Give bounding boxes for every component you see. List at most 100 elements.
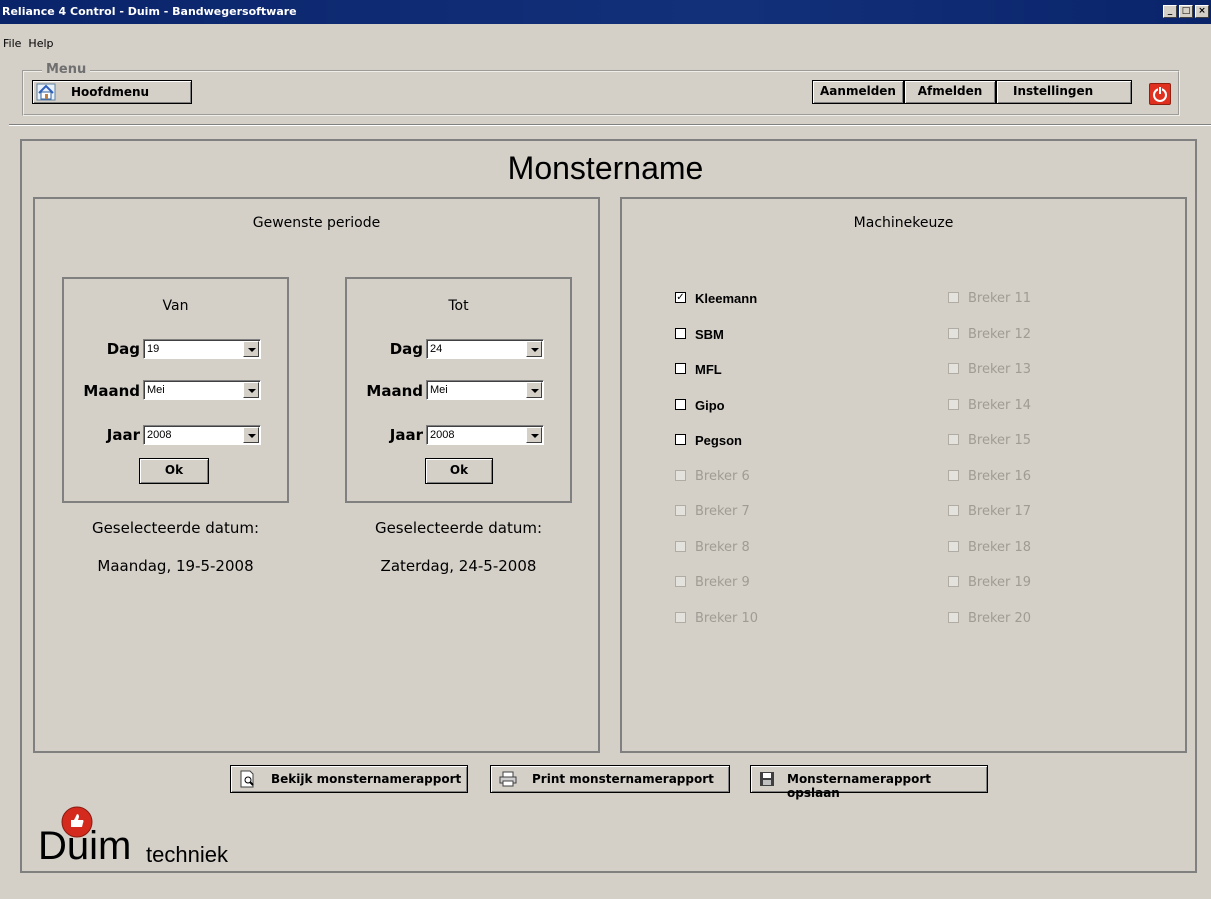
machine-checkbox-row: Breker 14 [948, 397, 1148, 417]
machine-checkbox[interactable] [675, 398, 686, 410]
machine-checkbox [948, 327, 959, 339]
from-day-select[interactable]: 19 [143, 339, 261, 359]
machine-checkbox-row: Breker 19 [948, 575, 1148, 594]
from-month-value: Mei [147, 384, 165, 396]
machine-label: Breker 15 [968, 433, 1032, 448]
machine-checkbox-row: Breker 10 [675, 611, 875, 630]
save-report-button[interactable]: Monsternamerapport opslaan [750, 765, 988, 800]
machine-checkbox[interactable] [675, 434, 686, 445]
settings-button[interactable]: Instellingen [996, 80, 1132, 104]
home-button[interactable]: Hoofdmenu [32, 80, 192, 104]
from-day-value: 19 [147, 343, 160, 355]
machine-checkbox-row[interactable]: SBM [675, 326, 875, 346]
machine-checkbox [948, 540, 959, 552]
login-button[interactable]: Aanmelden [812, 80, 904, 104]
machine-checkbox[interactable] [675, 363, 686, 374]
machine-checkbox [948, 505, 959, 516]
to-month-select[interactable]: Mei [426, 380, 544, 400]
machine-checkbox [948, 398, 959, 410]
print-report-button[interactable]: Print monsternamerapport [490, 765, 730, 793]
power-button[interactable] [1149, 83, 1171, 105]
printer-icon [499, 771, 517, 787]
machine-label: MFL [695, 362, 722, 377]
window-title: Reliance 4 Control - Duim - Bandwegersof… [2, 5, 297, 18]
separator [9, 124, 1211, 126]
machine-label: Kleemann [695, 291, 758, 306]
machine-checkbox [948, 363, 959, 374]
chevron-down-icon[interactable] [243, 427, 259, 443]
home-label: Hoofdmenu [71, 85, 150, 99]
machine-label: Breker 6 [695, 468, 750, 484]
machine-checkbox-row: Breker 8 [675, 540, 875, 559]
machine-label: Breker 12 [968, 326, 1032, 342]
chevron-down-icon[interactable] [243, 341, 259, 357]
from-year-label: Jaar [106, 426, 140, 444]
from-ok-button[interactable]: Ok [139, 458, 209, 484]
chevron-down-icon[interactable] [243, 382, 259, 398]
machine-checkbox-row: Breker 13 [948, 362, 1148, 381]
minimize-button[interactable]: _ [1163, 5, 1177, 18]
view-report-label: Bekijk monsternamerapport [271, 772, 462, 786]
logout-button[interactable]: Afmelden [904, 80, 996, 104]
to-year-select[interactable]: 2008 [426, 425, 544, 445]
menu-file[interactable]: File [3, 37, 21, 50]
machine-label: Breker 9 [695, 575, 750, 590]
to-day-label: Dag [389, 340, 423, 358]
menu-bar: File Help [0, 30, 1211, 50]
machine-label: Breker 16 [968, 468, 1032, 484]
machine-label: Breker 14 [968, 397, 1032, 413]
to-selected-label: Geselecteerde datum: [374, 519, 543, 537]
magnifier-document-icon [240, 770, 254, 788]
machine-checkbox [675, 611, 686, 623]
machine-checkbox-row: Breker 18 [948, 539, 1148, 559]
from-day-label: Dag [106, 340, 140, 358]
from-month-select[interactable]: Mei [143, 380, 261, 400]
machine-checkbox[interactable] [675, 327, 686, 339]
print-report-label: Print monsternamerapport [532, 772, 714, 786]
company-logo: Duim techniek [28, 800, 248, 870]
machine-checkbox[interactable]: ✓ [675, 292, 686, 303]
machine-checkbox [675, 540, 686, 552]
from-heading: Van [162, 298, 189, 314]
chevron-down-icon[interactable] [526, 382, 542, 398]
machine-label: Breker 11 [968, 291, 1032, 306]
from-year-value: 2008 [147, 429, 172, 441]
to-ok-button[interactable]: Ok [425, 458, 493, 484]
machine-checkbox [675, 505, 686, 516]
from-selected-value: Maandag, 19-5-2008 [97, 557, 254, 575]
machine-label: Pegson [695, 433, 742, 448]
chevron-down-icon[interactable] [526, 341, 542, 357]
machine-checkbox-row: Breker 7 [675, 504, 875, 523]
close-window-button[interactable]: × [1195, 5, 1209, 18]
machine-label: Gipo [695, 397, 725, 413]
machine-checkbox [675, 469, 686, 481]
to-day-select[interactable]: 24 [426, 339, 544, 359]
machine-checkbox-row[interactable]: Pegson [675, 433, 875, 452]
machine-checkbox-row: Breker 9 [675, 575, 875, 594]
maximize-button[interactable]: □ [1179, 5, 1193, 18]
machine-checkbox-row: Breker 16 [948, 468, 1148, 488]
menu-help[interactable]: Help [28, 37, 53, 50]
machine-label: Breker 7 [695, 504, 750, 519]
machine-checkbox [675, 576, 686, 587]
logo-brand: Duim [38, 824, 132, 868]
period-heading: Gewenste periode [252, 215, 381, 231]
machine-label: Breker 17 [968, 504, 1032, 519]
house-icon [36, 83, 56, 101]
logo-suffix: techniek [146, 842, 228, 867]
page-title: Monstername [507, 150, 704, 186]
machine-checkbox [948, 611, 959, 623]
machine-checkbox-row[interactable]: Gipo [675, 397, 875, 417]
machine-checkbox-row[interactable]: MFL [675, 362, 875, 381]
floppy-disk-icon [760, 772, 774, 786]
chevron-down-icon[interactable] [526, 427, 542, 443]
from-month-label: Maand [83, 382, 140, 400]
to-year-value: 2008 [430, 429, 455, 441]
save-report-label: Monsternamerapport opslaan [787, 772, 932, 800]
machine-label: Breker 18 [968, 539, 1032, 555]
view-report-button[interactable]: Bekijk monsternamerapport [230, 765, 468, 793]
to-month-value: Mei [430, 384, 448, 396]
machine-checkbox-row[interactable]: ✓ Kleemann [675, 291, 875, 310]
from-year-select[interactable]: 2008 [143, 425, 261, 445]
machine-label: SBM [695, 326, 724, 342]
